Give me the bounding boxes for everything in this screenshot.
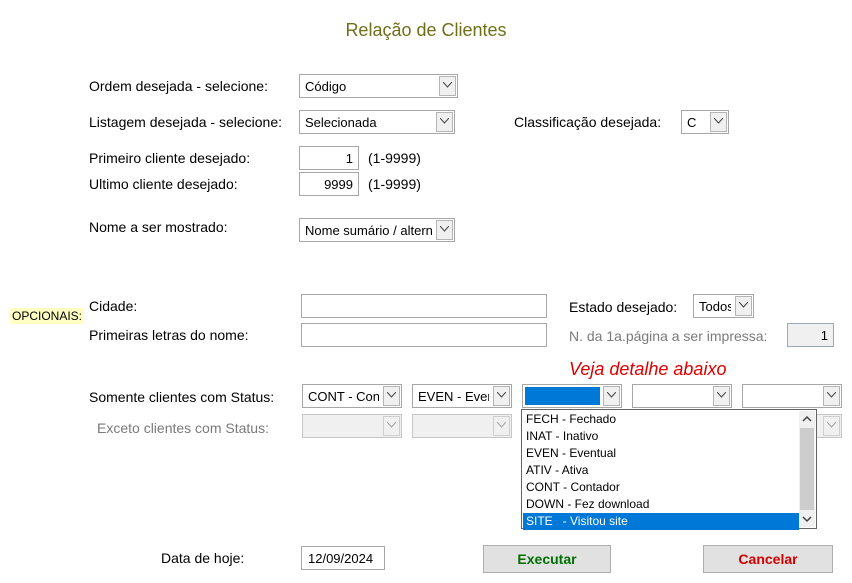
primeiro-label: Primeiro cliente desejado: (89, 150, 251, 166)
exceto-status-select-1 (302, 414, 402, 438)
somente-status-select-3[interactable] (522, 384, 622, 408)
primeiro-input[interactable]: 1 (299, 146, 359, 170)
pagina-label: N. da 1a.página a ser impressa: (569, 328, 768, 344)
nome-select[interactable]: Nome sumário / alterna (299, 218, 455, 242)
exceto-status-select-5 (815, 414, 842, 438)
data-label: Data de hoje: (161, 550, 245, 566)
primeiro-input-value: 1 (345, 151, 353, 166)
somente-status-select-2[interactable]: EVEN - Eventu (412, 384, 512, 408)
somente-status-select-1[interactable]: CONT - Conta (302, 384, 402, 408)
data-input[interactable]: 12/09/2024 (301, 546, 385, 570)
dropdown-scrollbar[interactable] (799, 411, 815, 527)
page-title: Relação de Clientes (345, 20, 507, 40)
pagina-input: 1 (787, 323, 834, 347)
cancelar-button[interactable]: Cancelar (703, 545, 833, 573)
estado-select[interactable]: Todos (693, 294, 754, 318)
primeiro-range: (1-9999) (368, 150, 421, 166)
letras-input[interactable] (301, 323, 547, 347)
ultimo-range: (1-9999) (368, 176, 421, 192)
listagem-select[interactable]: Selecionada (299, 110, 455, 134)
chevron-down-icon (493, 386, 510, 406)
ultimo-input-value: 9999 (324, 177, 353, 192)
chevron-down-icon (735, 296, 752, 316)
letras-label: Primeiras letras do nome: (89, 327, 249, 343)
listagem-label: Listagem desejada - selecione: (89, 114, 283, 130)
nome-select-value: Nome sumário / alterna (305, 223, 432, 238)
status-dropdown-list[interactable]: FECH - Fechado INAT - Inativo EVEN - Eve… (521, 409, 817, 530)
chevron-down-icon (439, 76, 456, 96)
dropdown-option[interactable]: DOWN - Fez download (523, 496, 799, 513)
classificacao-select-value: C (687, 115, 697, 130)
somente-status-value-1: CONT - Conta (308, 389, 379, 404)
veja-detalhe-note: Veja detalhe abaixo (569, 359, 727, 379)
ultimo-input[interactable]: 9999 (299, 172, 359, 196)
dropdown-option[interactable]: FECH - Fechado (523, 411, 799, 428)
data-input-value: 12/09/2024 (308, 551, 374, 566)
ordem-select[interactable]: Código (299, 74, 458, 98)
exceto-label: Exceto clientes com Status: (97, 420, 269, 436)
somente-label: Somente clientes com Status: (89, 389, 275, 405)
ordem-label: Ordem desejada - selecione: (89, 78, 268, 94)
estado-label: Estado desejado: (569, 299, 678, 315)
pagina-input-value: 1 (820, 328, 828, 343)
estado-select-value: Todos (699, 299, 731, 314)
opcionais-label: OPCIONAIS: (10, 308, 85, 324)
classificacao-select[interactable]: C (681, 110, 729, 134)
chevron-down-icon (823, 416, 840, 436)
cidade-input[interactable] (301, 294, 547, 318)
chevron-down-icon (603, 386, 620, 406)
listagem-select-value: Selecionada (305, 115, 377, 130)
chevron-down-icon (383, 416, 400, 436)
ordem-select-value: Código (305, 79, 347, 94)
scroll-up-icon[interactable] (799, 411, 815, 427)
executar-button[interactable]: Executar (483, 545, 611, 573)
chevron-down-icon (493, 416, 510, 436)
chevron-down-icon (436, 220, 453, 240)
dropdown-option[interactable]: ATIV - Ativa (523, 462, 799, 479)
chevron-down-icon (823, 386, 840, 406)
somente-status-select-4[interactable] (632, 384, 732, 408)
nome-label: Nome a ser mostrado: (89, 219, 228, 235)
dropdown-option[interactable]: INAT - Inativo (523, 428, 799, 445)
ultimo-label: Ultimo cliente desejado: (89, 176, 238, 192)
dropdown-option-selected[interactable]: SITE - Visitou site (523, 513, 799, 530)
chevron-down-icon (436, 112, 453, 132)
chevron-down-icon (383, 386, 400, 406)
somente-status-value-2: EVEN - Eventu (418, 389, 489, 404)
dropdown-option[interactable]: EVEN - Eventual (523, 445, 799, 462)
dropdown-option[interactable]: CONT - Contador (523, 479, 799, 496)
exceto-status-select-2 (412, 414, 512, 438)
chevron-down-icon (710, 112, 727, 132)
classificacao-label: Classificação desejada: (514, 114, 662, 130)
somente-status-select-5[interactable] (742, 384, 842, 408)
chevron-down-icon (713, 386, 730, 406)
scrollbar-thumb[interactable] (800, 428, 814, 510)
focus-highlight (525, 387, 600, 405)
scroll-down-icon[interactable] (799, 511, 815, 527)
cidade-label: Cidade: (89, 298, 138, 314)
